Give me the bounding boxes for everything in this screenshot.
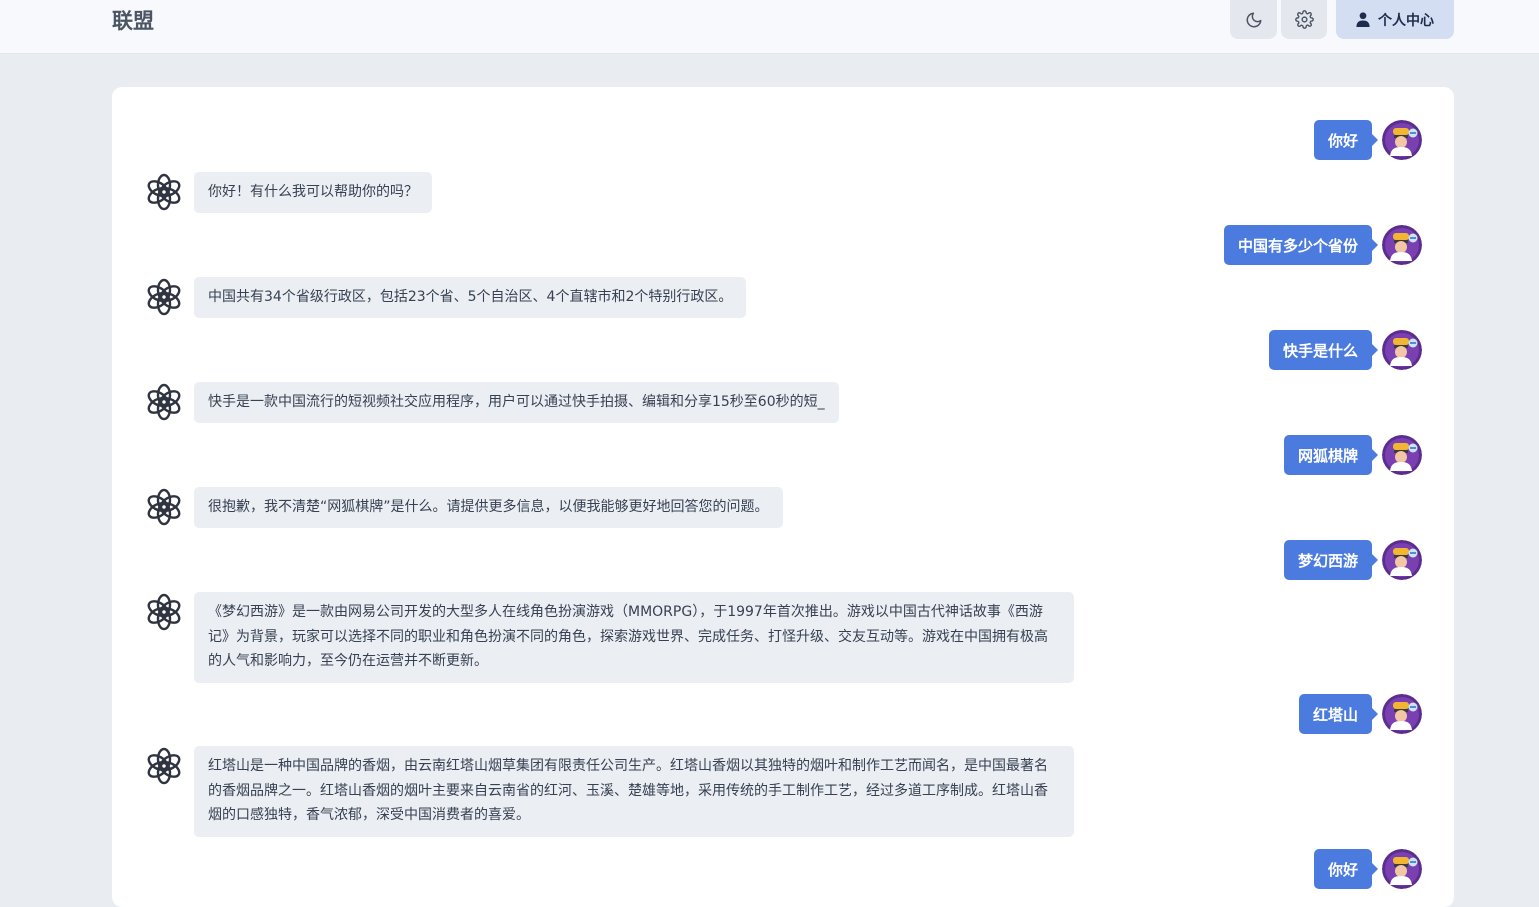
- avatar: [1382, 849, 1422, 889]
- assistant-message-bubble: 红塔山是一种中国品牌的香烟，由云南红塔山烟草集团有限责任公司生产。红塔山香烟以其…: [194, 746, 1074, 837]
- chat-panel: 你好 你好！有什么我可以帮助你的吗？ 中国有多少个省份 中国共有34个省级行政区…: [112, 87, 1454, 907]
- avatar: [1382, 330, 1422, 370]
- user-center-label: 个人中心: [1378, 12, 1434, 29]
- user-message-bubble: 快手是什么: [1268, 330, 1379, 370]
- assistant-logo-icon: [144, 277, 184, 317]
- user-message-bubble: 你好: [1313, 849, 1379, 889]
- top-bar: 联盟 个人中心: [0, 0, 1539, 54]
- assistant-logo-icon: [144, 487, 184, 527]
- assistant-message-bubble: 《梦幻西游》是一款由网易公司开发的大型多人在线角色扮演游戏（MMORPG），于1…: [194, 592, 1074, 683]
- avatar: [1382, 694, 1422, 734]
- brand-title: 联盟: [112, 9, 154, 33]
- assistant-message-bubble: 你好！有什么我可以帮助你的吗？: [194, 172, 432, 213]
- avatar: [1382, 435, 1422, 475]
- user-message-bubble: 中国有多少个省份: [1223, 225, 1379, 265]
- theme-toggle-button[interactable]: [1230, 0, 1277, 39]
- assistant-logo-icon: [144, 592, 184, 632]
- assistant-message-bubble: 快手是一款中国流行的短视频社交应用程序，用户可以通过快手拍摄、编辑和分享15秒至…: [194, 382, 839, 423]
- assistant-message-bubble: 很抱歉，我不清楚“网狐棋牌”是什么。请提供更多信息，以便我能够更好地回答您的问题…: [194, 487, 783, 528]
- assistant-message-bubble: 中国共有34个省级行政区，包括23个省、5个自治区、4个直辖市和2个特别行政区。: [194, 277, 747, 318]
- avatar: [1382, 225, 1422, 265]
- user-message-bubble: 网狐棋牌: [1283, 435, 1379, 475]
- user-center-button[interactable]: 个人中心: [1336, 0, 1454, 39]
- user-message-bubble: 你好: [1313, 120, 1379, 160]
- user-icon: [1356, 12, 1370, 27]
- user-message-bubble: 红塔山: [1298, 694, 1379, 734]
- assistant-logo-icon: [144, 746, 184, 786]
- gear-icon: [1294, 10, 1314, 29]
- assistant-logo-icon: [144, 172, 184, 212]
- user-message-bubble: 梦幻西游: [1283, 540, 1379, 580]
- settings-button[interactable]: [1281, 0, 1327, 39]
- assistant-logo-icon: [144, 382, 184, 422]
- moon-icon: [1246, 12, 1261, 27]
- avatar: [1382, 540, 1422, 580]
- avatar: [1382, 120, 1422, 160]
